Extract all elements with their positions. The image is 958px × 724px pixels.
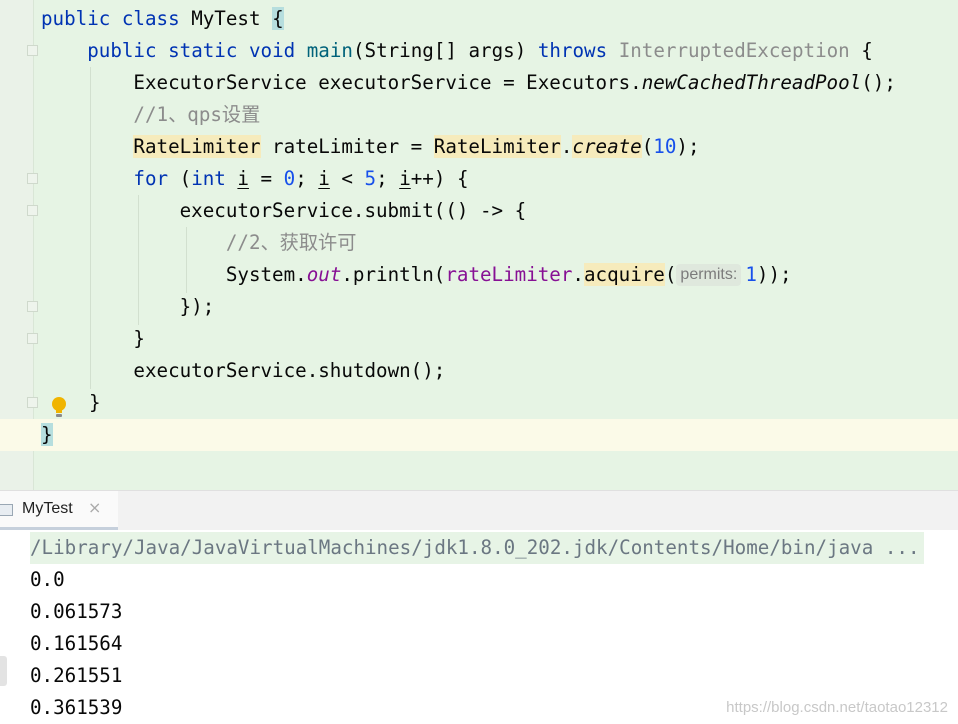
code-text: (); — [861, 71, 896, 94]
console-gutter — [0, 530, 14, 724]
code-text: ( — [168, 167, 192, 190]
code-text: . — [560, 135, 573, 158]
number-literal: 10 — [653, 135, 677, 158]
editor-gutter[interactable] — [0, 0, 34, 490]
fold-marker-lambda-end[interactable] — [27, 301, 38, 312]
code-text: } — [133, 327, 145, 350]
code-line-14[interactable]: } — [41, 419, 53, 451]
keyword: void — [248, 39, 296, 62]
code-text: ; — [376, 167, 400, 190]
code-text: ( — [641, 135, 654, 158]
warning-highlight-type: RateLimiter — [133, 135, 261, 158]
console-scrollbar[interactable] — [0, 656, 7, 686]
code-text: System. — [225, 263, 307, 286]
loop-variable: i — [318, 167, 330, 190]
number-literal: 5 — [364, 167, 377, 190]
fold-marker-main-end[interactable] — [27, 397, 38, 408]
number-literal: 0 — [283, 167, 296, 190]
console-output-line: 0.0 — [30, 568, 65, 591]
comment: //1、qps设置 — [133, 103, 261, 126]
code-text: .println( — [341, 263, 446, 286]
code-line-5[interactable]: RateLimiter rateLimiter = RateLimiter.cr… — [41, 131, 700, 163]
warning-highlight-method: acquire — [583, 263, 665, 286]
code-editor[interactable]: public class MyTest { public static void… — [0, 0, 958, 490]
keyword: throws — [537, 39, 608, 62]
static-method-call: create — [572, 135, 642, 158]
code-line-3[interactable]: ExecutorService executorService = Execut… — [41, 67, 896, 99]
code-text: ++) { — [410, 167, 469, 190]
fold-marker-lambda[interactable] — [27, 205, 38, 216]
keyword: class — [121, 7, 180, 30]
params: (String[] args) — [352, 39, 538, 62]
code-text: = — [248, 167, 284, 190]
console-icon — [0, 504, 13, 516]
code-line-13[interactable]: } — [89, 387, 101, 419]
run-tab-label: MyTest — [22, 500, 73, 517]
code-line-11[interactable]: } — [41, 323, 145, 355]
fold-marker-for-end[interactable] — [27, 333, 38, 344]
code-line-8[interactable]: //2、获取许可 — [41, 227, 357, 259]
run-tab-bar: MyTest × — [0, 490, 958, 530]
code-text: ( — [664, 263, 677, 286]
run-tab-mytest[interactable]: MyTest × — [0, 491, 118, 530]
code-line-6[interactable]: for (int i = 0; i < 5; i++) { — [41, 163, 469, 195]
code-line-9[interactable]: System.out.println(rateLimiter.acquire(p… — [41, 259, 792, 291]
code-line-12[interactable]: executorService.shutdown(); — [41, 355, 445, 387]
console-output-line: 0.061573 — [30, 600, 123, 623]
console-command-line: /Library/Java/JavaVirtualMachines/jdk1.8… — [30, 532, 924, 564]
caret-row-highlight — [34, 419, 958, 451]
exception-name: InterruptedException — [618, 39, 850, 62]
loop-variable: i — [399, 167, 411, 190]
code-line-4[interactable]: //1、qps设置 — [41, 99, 260, 131]
keyword: public — [87, 39, 157, 62]
brace: { — [849, 39, 873, 62]
code-text: rateLimiter = — [260, 135, 434, 158]
console-output-line: 0.161564 — [30, 632, 123, 655]
code-text: )); — [756, 263, 792, 286]
code-text: . — [572, 263, 584, 286]
code-text: ExecutorService executorService = Execut… — [133, 71, 642, 94]
matched-brace: { — [272, 7, 284, 30]
caret-row-gutter — [0, 419, 34, 451]
code-text: }); — [179, 295, 215, 318]
static-field: out — [306, 263, 342, 286]
keyword: public — [41, 7, 111, 30]
code-text: ; — [295, 167, 319, 190]
code-text: } — [89, 391, 101, 414]
code-line-1[interactable]: public class MyTest { — [41, 3, 284, 35]
console-output-line: 0.361539 — [30, 696, 123, 719]
keyword: int — [191, 167, 226, 190]
static-method-call: newCachedThreadPool — [641, 71, 862, 94]
code-text: ); — [676, 135, 700, 158]
fold-marker-for[interactable] — [27, 173, 38, 184]
gutter-divider — [33, 0, 34, 490]
keyword: for — [133, 167, 169, 190]
watermark-text: https://blog.csdn.net/taotao12312 — [726, 699, 948, 716]
keyword: static — [168, 39, 238, 62]
method-name: main — [306, 39, 353, 62]
code-line-2[interactable]: public static void main(String[] args) t… — [41, 35, 873, 67]
code-text: executorService.submit(() -> { — [179, 199, 527, 222]
lightbulb-icon[interactable] — [51, 396, 67, 418]
comment: //2、获取许可 — [225, 231, 357, 254]
code-text: executorService.shutdown(); — [133, 359, 446, 382]
number-literal: 1 — [745, 263, 757, 286]
class-name: MyTest — [191, 7, 261, 30]
loop-variable: i — [237, 167, 249, 190]
variable-reference: rateLimiter — [445, 263, 573, 286]
console-output-line: 0.261551 — [30, 664, 123, 687]
warning-highlight-type: RateLimiter — [433, 135, 561, 158]
run-console[interactable]: /Library/Java/JavaVirtualMachines/jdk1.8… — [0, 530, 958, 724]
code-text: < — [329, 167, 365, 190]
fold-marker-main[interactable] — [27, 45, 38, 56]
code-line-10[interactable]: }); — [41, 291, 215, 323]
close-icon[interactable]: × — [88, 498, 101, 517]
matched-brace: } — [41, 423, 53, 446]
code-line-7[interactable]: executorService.submit(() -> { — [41, 195, 527, 227]
parameter-hint: permits: — [676, 264, 742, 286]
